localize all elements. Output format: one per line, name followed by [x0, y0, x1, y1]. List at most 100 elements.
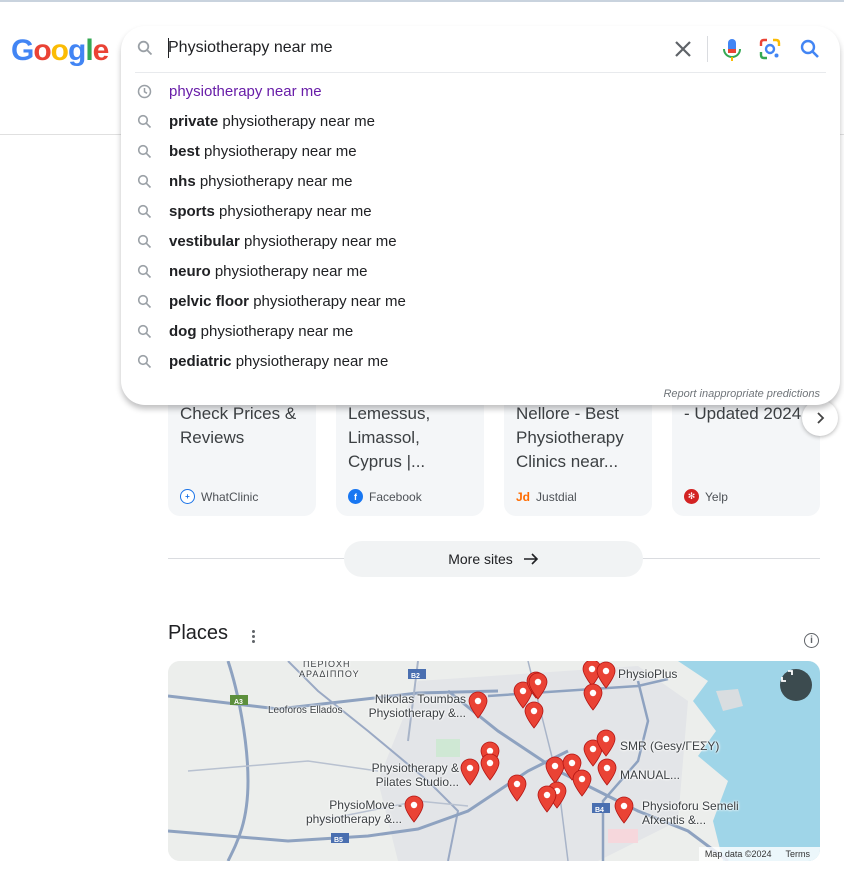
road-shield-b5: B5: [334, 837, 343, 844]
map-pin-icon[interactable]: [528, 672, 548, 700]
search-icon: [137, 354, 152, 369]
google-lens-icon[interactable]: [759, 38, 781, 60]
suggestion-text: pediatric physiotherapy near me: [169, 353, 389, 370]
more-sites-label: More sites: [448, 551, 513, 567]
map-label-manual[interactable]: MANUAL...: [620, 768, 680, 782]
map-pin-icon[interactable]: [480, 753, 500, 781]
card-source-name: Facebook: [369, 489, 422, 504]
suggestion-item[interactable]: physiotherapy near me: [121, 76, 840, 106]
card-title: - Updated 2024: [684, 404, 802, 423]
suggestion-list: physiotherapy near me private physiothera…: [121, 76, 840, 376]
search-bar-divider: [707, 36, 708, 62]
result-card-whatclinic[interactable]: Check Prices & Reviews + WhatClinic: [168, 390, 316, 516]
map-pin-icon[interactable]: [614, 796, 634, 824]
suggestion-item[interactable]: nhs physiotherapy near me: [121, 166, 840, 196]
suggestion-item[interactable]: private physiotherapy near me: [121, 106, 840, 136]
suggestion-item[interactable]: vestibular physiotherapy near me: [121, 226, 840, 256]
map-label-physioforu[interactable]: Physioforu Semeli Afxentis &...: [642, 799, 762, 827]
road-shield-b2: B2: [411, 673, 420, 680]
road-shield-b4: B4: [595, 807, 604, 814]
map-pin-icon[interactable]: [572, 769, 592, 797]
map-label-physioplus[interactable]: PhysioPlus: [618, 667, 677, 681]
expand-icon: [781, 670, 793, 682]
card-title: Lemessus, Limassol, Cyprus |...: [348, 404, 431, 471]
suggestion-bold-term: pediatric: [169, 353, 232, 370]
card-source-name: Yelp: [705, 489, 728, 504]
carousel-next-button[interactable]: [802, 400, 838, 436]
card-source: Jd Justdial: [516, 489, 577, 504]
suggestion-item[interactable]: pelvic floor physiotherapy near me: [121, 286, 840, 316]
map-expand-button[interactable]: [780, 669, 812, 701]
map-label-nikolas-toumbas[interactable]: Nikolas Toumbas Physiotherapy &...: [358, 692, 466, 720]
report-predictions-link[interactable]: Report inappropriate predictions: [663, 388, 820, 400]
map-label-physio-pilates[interactable]: Physiotherapy & Pilates Studio...: [353, 761, 459, 789]
more-sites-button[interactable]: More sites: [344, 541, 643, 577]
suggestion-text: sports physiotherapy near me: [169, 203, 372, 220]
map-label-leoforos-ellados: Leoforos Ellados: [268, 705, 343, 716]
search-input[interactable]: Physiotherapy near me: [168, 39, 333, 57]
google-logo[interactable]: Google: [11, 31, 110, 71]
card-source-name: Justdial: [536, 489, 577, 504]
map-pin-icon[interactable]: [583, 683, 603, 711]
suggestion-item[interactable]: neuro physiotherapy near me: [121, 256, 840, 286]
card-source: + WhatClinic: [180, 489, 258, 504]
search-icon: [137, 174, 152, 189]
map-pin-icon[interactable]: [468, 691, 488, 719]
map-pin-icon[interactable]: [596, 729, 616, 757]
map-label-physiomove[interactable]: PhysioMove - physiotherapy &...: [294, 798, 402, 826]
search-icon: [137, 114, 152, 129]
logo-letter: G: [11, 34, 34, 67]
logo-letter: o: [50, 34, 69, 67]
search-icon: [137, 204, 152, 219]
more-options-icon[interactable]: [246, 626, 260, 646]
search-icon: [137, 264, 152, 279]
map-pin-icon[interactable]: [460, 758, 480, 786]
search-icon: [137, 40, 153, 56]
places-heading: Places: [168, 622, 229, 644]
suggestion-bold-term: vestibular: [169, 233, 240, 250]
info-icon[interactable]: i: [804, 633, 819, 648]
suggestion-item[interactable]: best physiotherapy near me: [121, 136, 840, 166]
facebook-icon: f: [348, 489, 363, 504]
clear-icon[interactable]: [672, 38, 694, 60]
map-label-smr[interactable]: SMR (Gesy/ΓΕΣΥ): [620, 739, 719, 753]
map-pin-icon[interactable]: [507, 774, 527, 802]
map-pin-icon[interactable]: [524, 701, 544, 729]
web-results-carousel: Check Prices & Reviews + WhatClinic Leme…: [168, 390, 820, 516]
map-terms-link[interactable]: Terms: [786, 849, 811, 859]
map-pin-icon[interactable]: [597, 758, 617, 786]
suggestion-text: private physiotherapy near me: [169, 113, 375, 130]
suggestion-item[interactable]: sports physiotherapy near me: [121, 196, 840, 226]
suggestion-item[interactable]: pediatric physiotherapy near me: [121, 346, 840, 376]
card-title: Nellore - Best Physiotherapy Clinics nea…: [516, 404, 624, 471]
suggestion-bold-term: nhs: [169, 173, 196, 190]
card-source-name: WhatClinic: [201, 489, 259, 504]
map-pin-icon[interactable]: [537, 785, 557, 813]
logo-letter: l: [85, 34, 93, 67]
result-card-justdial[interactable]: Nellore - Best Physiotherapy Clinics nea…: [504, 390, 652, 516]
suggestion-bold-term: private: [169, 113, 219, 130]
search-icon: [137, 324, 152, 339]
card-title: Check Prices & Reviews: [180, 404, 297, 447]
arrow-right-icon: [523, 553, 538, 565]
search-icon: [137, 144, 152, 159]
result-card-yelp[interactable]: - Updated 2024 ✻ Yelp: [672, 390, 820, 516]
logo-letter: e: [92, 34, 110, 67]
dropdown-divider: [135, 72, 826, 73]
suggestion-text: pelvic floor physiotherapy near me: [169, 293, 406, 310]
microphone-icon[interactable]: [721, 38, 743, 62]
places-map[interactable]: ΠΕΡΙΟΧΗ ΑΡΑΔΙΠΠΟΥ A3 B2 B4 B5 Leoforos E…: [168, 661, 820, 861]
logo-letter: o: [33, 34, 51, 67]
suggestion-text: vestibular physiotherapy near me: [169, 233, 397, 250]
window-top-border: [0, 0, 844, 2]
search-submit-icon[interactable]: [799, 38, 821, 60]
search-icon: [137, 294, 152, 309]
search-bar: Physiotherapy near me: [121, 26, 840, 72]
result-card-facebook[interactable]: Lemessus, Limassol, Cyprus |... f Facebo…: [336, 390, 484, 516]
suggestion-item[interactable]: dog physiotherapy near me: [121, 316, 840, 346]
chevron-right-icon: [817, 412, 825, 424]
map-attribution: Map data ©2024 Terms: [698, 847, 820, 861]
card-source: ✻ Yelp: [684, 489, 728, 504]
map-pin-icon[interactable]: [404, 795, 424, 823]
yelp-icon: ✻: [684, 489, 699, 504]
